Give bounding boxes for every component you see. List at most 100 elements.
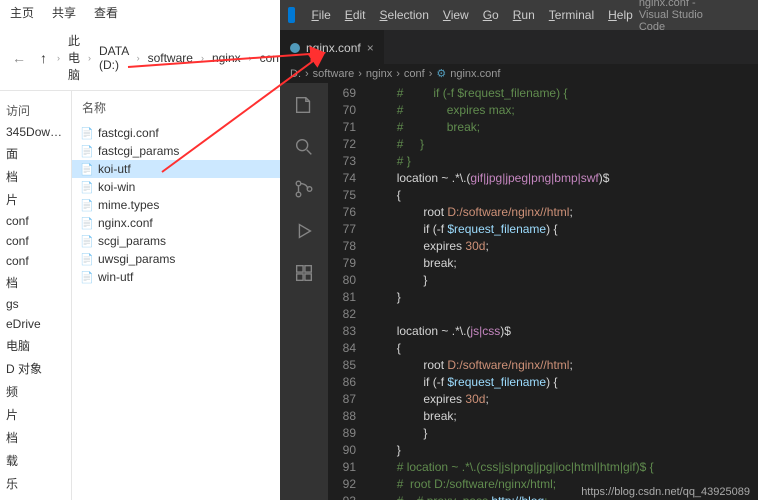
nav-item[interactable]: 载 — [0, 449, 71, 472]
code-line: { — [370, 340, 758, 357]
file-name: fastcgi_params — [98, 144, 179, 158]
file-explorer: 主页 共享 查看 ← ↑ › 此电脑 › DATA (D:) › softwar… — [0, 0, 280, 500]
bc-nginx[interactable]: nginx — [366, 68, 392, 80]
tab-nginx-conf[interactable]: nginx.conf × — [280, 30, 384, 64]
bc-conf[interactable]: conf — [404, 68, 425, 80]
bc-d[interactable]: D: — [290, 68, 301, 80]
ribbon-share[interactable]: 共享 — [52, 4, 76, 21]
bc-nginx[interactable]: nginx — [210, 50, 243, 66]
ribbon-view[interactable]: 查看 — [94, 4, 118, 21]
search-icon[interactable] — [292, 135, 316, 159]
file-icon: 📄 — [80, 252, 94, 266]
tab-label: nginx.conf — [306, 41, 361, 55]
nav-up-icon[interactable]: ↑ — [36, 50, 51, 66]
code-line: if (-f $request_filename) { — [370, 374, 758, 391]
file-icon: 📄 — [80, 144, 94, 158]
nav-item[interactable]: 档 — [0, 271, 71, 294]
nav-item[interactable]: 档 — [0, 426, 71, 449]
nav-item[interactable]: eDrive — [0, 314, 71, 334]
menu-run[interactable]: Run — [507, 6, 541, 24]
bc-drive[interactable]: DATA (D:) — [97, 43, 131, 73]
nav-item[interactable]: conf — [0, 251, 71, 271]
nav-item[interactable]: D 对象 — [0, 357, 71, 380]
line-number: 69 — [336, 85, 356, 102]
debug-icon[interactable] — [292, 219, 316, 243]
code-line: expires 30d; — [370, 238, 758, 255]
vscode-window: File Edit Selection View Go Run Terminal… — [280, 0, 758, 500]
file-name: mime.types — [98, 198, 159, 212]
nav-item[interactable]: 档 — [0, 165, 71, 188]
line-number: 76 — [336, 204, 356, 221]
nav-pane: 访问 345Downloads面档片confconfconf档gseDrive电… — [0, 91, 72, 500]
menu-view[interactable]: View — [437, 6, 475, 24]
nav-item[interactable]: gs — [0, 294, 71, 314]
source-control-icon[interactable] — [292, 177, 316, 201]
code-line: # } — [370, 136, 758, 153]
nav-item[interactable]: 片 — [0, 403, 71, 426]
files-icon[interactable] — [292, 93, 316, 117]
nav-header: 访问 — [0, 99, 71, 122]
file-row[interactable]: 📄uwsgi_params — [72, 250, 280, 268]
nav-item[interactable]: 乐 — [0, 472, 71, 495]
line-number: 93 — [336, 493, 356, 500]
close-icon[interactable]: × — [367, 41, 374, 55]
file-row[interactable]: 📄scgi_params — [72, 232, 280, 250]
nav-back-icon[interactable]: ← — [8, 50, 30, 66]
line-number: 75 — [336, 187, 356, 204]
menu-terminal[interactable]: Terminal — [543, 6, 600, 24]
file-icon: 📄 — [80, 198, 94, 212]
code-line: # } — [370, 153, 758, 170]
menu-help[interactable]: Help — [602, 6, 639, 24]
line-number: 82 — [336, 306, 356, 323]
file-icon: 📄 — [80, 162, 94, 176]
line-number: 83 — [336, 323, 356, 340]
ribbon-home[interactable]: 主页 — [10, 4, 34, 21]
file-name: nginx.conf — [98, 216, 153, 230]
breadcrumb[interactable]: D:› software› nginx› conf› ⚙ nginx.conf — [280, 64, 758, 83]
nav-item[interactable]: conf — [0, 231, 71, 251]
bc-pc[interactable]: 此电脑 — [66, 31, 82, 84]
line-number: 80 — [336, 272, 356, 289]
file-icon: 📄 — [80, 216, 94, 230]
nav-item[interactable]: 片 — [0, 188, 71, 211]
nav-item[interactable]: conf — [0, 211, 71, 231]
chevron-right-icon: › — [249, 53, 252, 63]
nav-item[interactable]: 面 — [0, 495, 71, 500]
nav-item[interactable]: 面 — [0, 142, 71, 165]
nav-item[interactable]: 345Downloads — [0, 122, 71, 142]
editor[interactable]: 6970717273747576777879808182838485868788… — [328, 83, 758, 500]
menu-file[interactable]: File — [305, 6, 336, 24]
bc-file[interactable]: nginx.conf — [450, 68, 500, 80]
file-icon: 📄 — [80, 270, 94, 284]
menu-edit[interactable]: Edit — [339, 6, 372, 24]
bc-software[interactable]: software — [146, 50, 195, 66]
file-row[interactable]: 📄koi-utf — [72, 160, 280, 178]
line-number: 88 — [336, 408, 356, 425]
line-number: 78 — [336, 238, 356, 255]
bc-software[interactable]: software — [313, 68, 355, 80]
code-line: root D:/software/nginx//html; — [370, 204, 758, 221]
nav-item[interactable]: 频 — [0, 380, 71, 403]
menu-selection[interactable]: Selection — [374, 6, 435, 24]
file-row[interactable]: 📄 mime.types — [72, 196, 280, 214]
menu-go[interactable]: Go — [477, 6, 505, 24]
nav-item[interactable]: 电脑 — [0, 334, 71, 357]
extensions-icon[interactable] — [292, 261, 316, 285]
code-line: # location ~ .*\.(css|js|png|jpg|ioc|htm… — [370, 459, 758, 476]
file-row[interactable]: 📄 fastcgi_params — [72, 142, 280, 160]
code-line: # break; — [370, 119, 758, 136]
file-row[interactable]: 📄koi-win — [72, 178, 280, 196]
line-number: 73 — [336, 153, 356, 170]
file-row[interactable]: 📄 nginx.conf — [72, 214, 280, 232]
line-number: 90 — [336, 442, 356, 459]
file-row[interactable]: 📄win-utf — [72, 268, 280, 286]
line-number: 86 — [336, 374, 356, 391]
file-name: koi-win — [98, 180, 135, 194]
line-number: 72 — [336, 136, 356, 153]
line-number: 71 — [336, 119, 356, 136]
file-row[interactable]: 📄fastcgi.conf — [72, 124, 280, 142]
column-header-name[interactable]: 名称 — [72, 97, 280, 120]
code-content[interactable]: # if (-f $request_filename) { # expires … — [370, 83, 758, 500]
explorer-ribbon: 主页 共享 查看 — [0, 0, 280, 25]
file-name: scgi_params — [98, 234, 166, 248]
